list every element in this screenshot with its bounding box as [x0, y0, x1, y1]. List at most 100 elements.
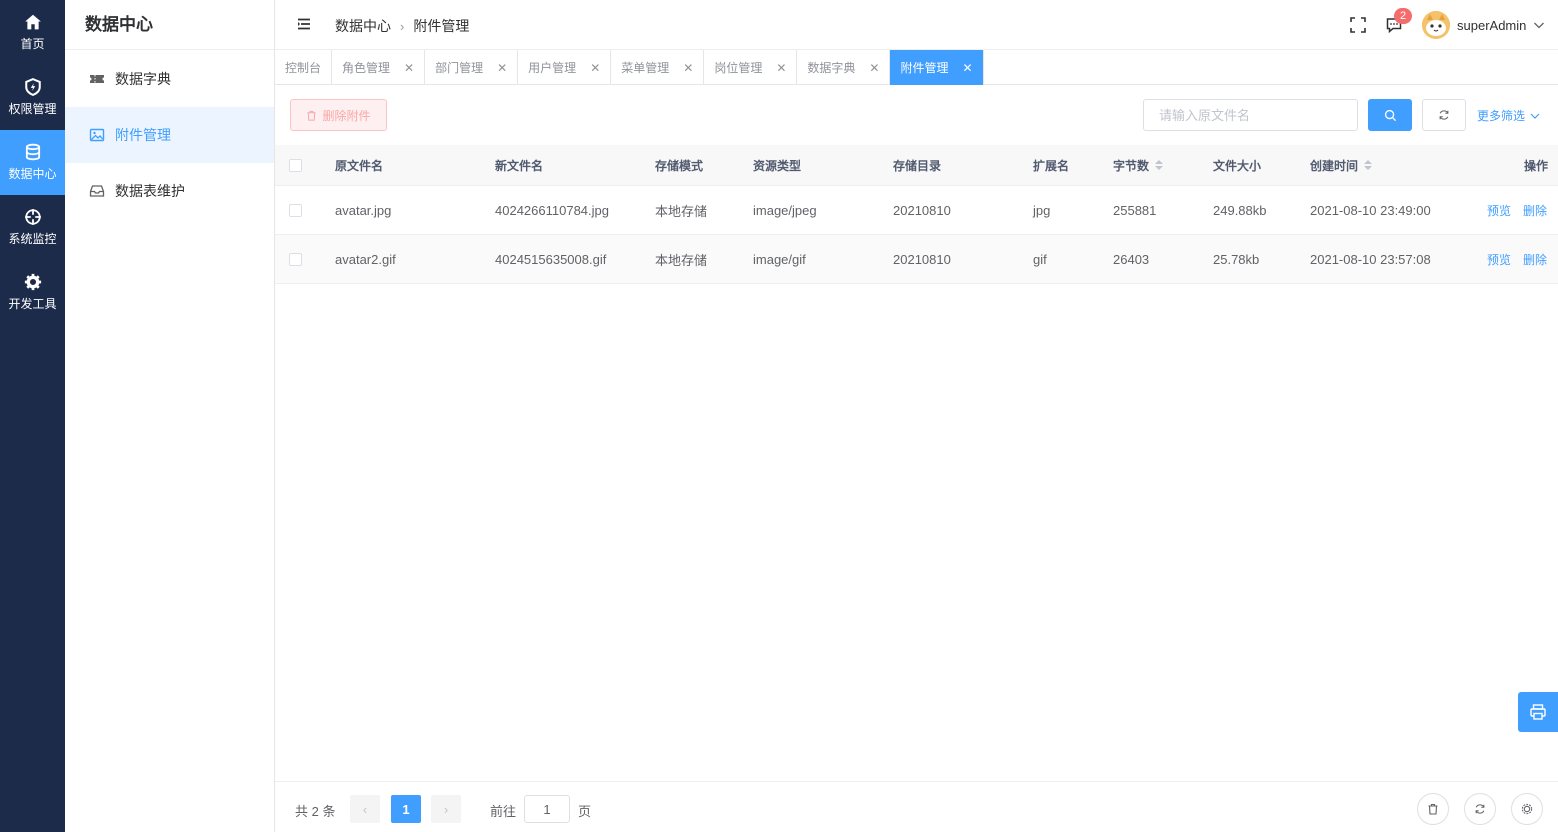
- home-icon: [24, 14, 41, 30]
- preview-link[interactable]: 预览: [1487, 251, 1511, 268]
- image-icon: [89, 128, 105, 142]
- sidebar-item-dictionary[interactable]: 数据字典: [65, 51, 274, 107]
- cell-extension: jpg: [1033, 202, 1051, 218]
- cell-storage-mode: 本地存储: [655, 252, 708, 268]
- column-header-resource-type: 资源类型: [753, 158, 802, 173]
- fullscreen-icon[interactable]: [1349, 16, 1367, 34]
- close-icon[interactable]: ✕: [963, 61, 973, 75]
- avatar[interactable]: [1422, 11, 1450, 39]
- ticket-icon: [90, 75, 104, 83]
- tab-label: 用户管理: [528, 61, 577, 75]
- recycle-bin-button[interactable]: [1417, 793, 1449, 825]
- table-row: avatar2.gif 4024515635008.gif 本地存储 image…: [275, 235, 1558, 284]
- tab-attachments[interactable]: 附件管理 ✕: [890, 50, 984, 85]
- chevron-left-icon: ‹: [362, 801, 368, 817]
- column-header-storage-mode: 存储模式: [655, 158, 704, 173]
- breadcrumb-item[interactable]: 数据中心: [335, 16, 391, 36]
- more-filter-toggle[interactable]: 更多筛选: [1477, 107, 1540, 124]
- cell-original-name: avatar.jpg: [335, 202, 392, 218]
- rail-item-permissions[interactable]: 权限管理: [0, 65, 65, 130]
- pagination-bar: 共 2 条 ‹ 1 › 前往 页: [275, 781, 1558, 832]
- close-icon[interactable]: ✕: [590, 61, 600, 75]
- close-icon[interactable]: ✕: [869, 61, 879, 75]
- tab-users[interactable]: 用户管理 ✕: [518, 50, 612, 85]
- sort-icon[interactable]: [1364, 160, 1373, 170]
- tab-label: 附件管理: [900, 61, 949, 75]
- sidebar-item-attachments[interactable]: 附件管理: [65, 107, 274, 163]
- rail-item-label: 数据中心: [8, 167, 57, 181]
- hamburger-icon[interactable]: [297, 17, 311, 31]
- cell-extension: gif: [1033, 251, 1047, 267]
- username[interactable]: superAdmin: [1457, 18, 1526, 33]
- cell-bytes: 255881: [1113, 202, 1157, 218]
- cat-avatar-icon: [1422, 11, 1450, 39]
- sidebar-item-label: 附件管理: [115, 127, 171, 143]
- tab-menus[interactable]: 菜单管理 ✕: [611, 50, 705, 85]
- rail-item-label: 系统监控: [8, 232, 57, 246]
- rail-item-data-center[interactable]: 数据中心: [0, 130, 65, 195]
- tab-console[interactable]: 控制台: [275, 50, 333, 85]
- goto-label: 前往: [490, 804, 517, 819]
- chevron-down-icon[interactable]: [1533, 19, 1545, 31]
- prev-page-button[interactable]: ‹: [350, 795, 380, 823]
- tab-posts[interactable]: 岗位管理 ✕: [704, 50, 798, 85]
- column-header-original-name: 原文件名: [335, 158, 384, 173]
- sidebar-item-table-maintenance[interactable]: 数据表维护: [65, 163, 274, 219]
- rail-item-monitor[interactable]: 系统监控: [0, 195, 65, 260]
- close-icon[interactable]: ✕: [683, 61, 693, 75]
- cell-created-time: 2021-08-10 23:57:08: [1310, 251, 1431, 267]
- delete-attachment-button[interactable]: 删除附件: [290, 99, 387, 131]
- preview-link[interactable]: 预览: [1487, 202, 1511, 219]
- refresh-icon: [1439, 110, 1449, 120]
- reload-button[interactable]: [1464, 793, 1496, 825]
- cell-storage-dir: 20210810: [893, 202, 951, 218]
- breadcrumb-current: 附件管理: [413, 18, 470, 34]
- close-icon[interactable]: ✕: [404, 61, 414, 75]
- attachments-table: 原文件名 新文件名 存储模式 资源类型 存储目录 扩展名 字节数 文件大小 创建…: [275, 145, 1558, 284]
- refresh-button[interactable]: [1422, 99, 1466, 131]
- row-checkbox[interactable]: [289, 203, 302, 217]
- tab-departments[interactable]: 部门管理 ✕: [425, 50, 519, 85]
- tab-dictionary[interactable]: 数据字典 ✕: [797, 50, 891, 85]
- rail-item-dev-tools[interactable]: 开发工具: [0, 260, 65, 325]
- row-checkbox[interactable]: [289, 252, 302, 266]
- close-icon[interactable]: ✕: [776, 61, 786, 75]
- tab-label: 角色管理: [342, 61, 391, 75]
- search-input[interactable]: [1143, 99, 1358, 131]
- column-header-bytes[interactable]: 字节数: [1113, 145, 1164, 185]
- select-all-checkbox[interactable]: [289, 158, 302, 172]
- column-header-created-time[interactable]: 创建时间: [1310, 145, 1373, 185]
- sidebar-item-label: 数据字典: [115, 71, 171, 87]
- printer-icon: [1530, 704, 1546, 720]
- tab-roles[interactable]: 角色管理 ✕: [332, 50, 426, 85]
- table-row: avatar.jpg 4024266110784.jpg 本地存储 image/…: [275, 186, 1558, 235]
- cell-storage-mode: 本地存储: [655, 203, 708, 219]
- crosshair-icon: [24, 209, 41, 225]
- notification-badge: 2: [1394, 8, 1412, 24]
- cell-file-size: 25.78kb: [1213, 251, 1260, 267]
- page-suffix: 页: [578, 804, 592, 819]
- refresh-icon: [1475, 804, 1485, 814]
- next-page-button[interactable]: ›: [431, 795, 461, 823]
- sort-icon[interactable]: [1155, 160, 1164, 170]
- delete-link[interactable]: 删除: [1523, 251, 1547, 268]
- cell-file-size: 249.88kb: [1213, 202, 1267, 218]
- floating-print-button[interactable]: [1518, 692, 1558, 732]
- column-header-extension: 扩展名: [1033, 158, 1070, 173]
- table-header: 原文件名 新文件名 存储模式 资源类型 存储目录 扩展名 字节数 文件大小 创建…: [275, 145, 1558, 186]
- sub-sidebar: 数据中心 数据字典 附件管理 数据表维护: [65, 0, 275, 832]
- tab-label: 部门管理: [435, 61, 484, 75]
- database-icon: [25, 143, 40, 161]
- delete-link[interactable]: 删除: [1523, 202, 1547, 219]
- chevron-down-icon: [1530, 113, 1540, 119]
- close-icon[interactable]: ✕: [497, 61, 507, 75]
- rail-item-home[interactable]: 首页: [0, 0, 65, 65]
- gear-icon: [1521, 803, 1533, 815]
- breadcrumb: 数据中心 › 附件管理: [335, 16, 469, 36]
- sidebar-title: 数据中心: [65, 0, 274, 50]
- settings-button[interactable]: [1511, 793, 1543, 825]
- page-number-button[interactable]: 1: [391, 795, 421, 823]
- search-button[interactable]: [1368, 99, 1412, 131]
- goto-page-input[interactable]: [524, 795, 570, 823]
- column-header-new-name: 新文件名: [495, 158, 544, 173]
